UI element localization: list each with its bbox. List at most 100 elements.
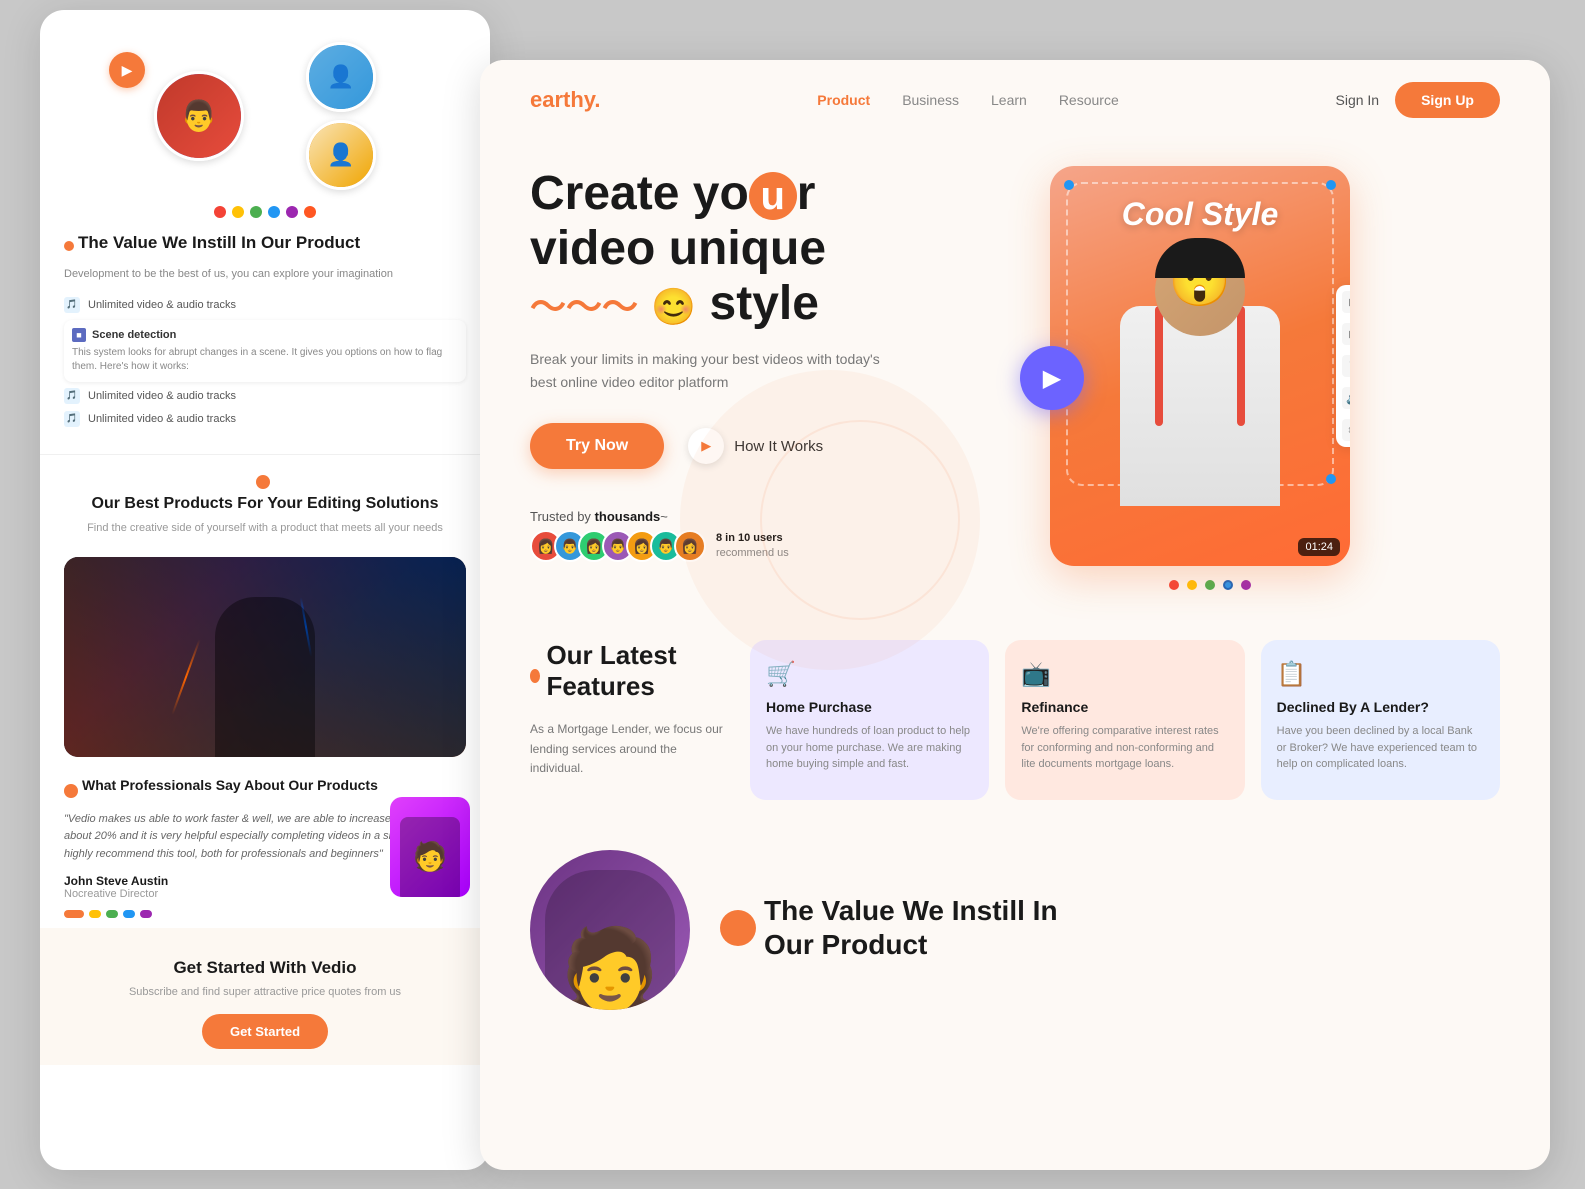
- feature-cards: 🛒 Home Purchase We have hundreds of loan…: [750, 640, 1500, 800]
- hero-title: Create your video unique ～～～ 😊 style: [530, 166, 1010, 332]
- hero-emoji: 😊: [651, 286, 696, 327]
- hero-section: Create your video unique ～～～ 😊 style Bre…: [480, 136, 1550, 620]
- avatar-medium-2: 👤: [306, 120, 376, 190]
- signin-button[interactable]: Sign In: [1336, 92, 1380, 108]
- testimonial-section: What Professionals Say About Our Product…: [40, 757, 490, 928]
- nav-link-resource[interactable]: Resource: [1059, 92, 1119, 108]
- refinance-title: Refinance: [1021, 699, 1228, 715]
- feature-item-1: 🎵 Unlimited video & audio tracks: [64, 297, 466, 313]
- how-play-icon: ▶: [688, 428, 724, 464]
- bottom-section: 🧑 The Value We Instill In Our Product: [480, 830, 1550, 1030]
- bottom-badge-dot: [720, 910, 756, 946]
- best-products-title: Our Best Products For Your Editing Solut…: [64, 494, 466, 515]
- hero-title-style: style: [710, 277, 819, 330]
- trusted-row: Trusted by thousands~ 👩 👨 👩 👨 👩 👨 👩: [530, 509, 1010, 562]
- hero-content-left: Create your video unique ～～～ 😊 style Bre…: [530, 166, 1010, 562]
- scene-detection-box: ■ Scene detection This system looks for …: [64, 320, 466, 382]
- features-badge-dot: [530, 669, 540, 683]
- toolbar-icon-3: T: [1342, 355, 1350, 377]
- features-section: Our Latest Features As a Mortgage Lender…: [480, 620, 1550, 830]
- best-products-subtitle: Find the creative side of yourself with …: [64, 520, 466, 537]
- nav-links: Product Business Learn Resource: [817, 92, 1118, 108]
- hero-highlight-char: u: [749, 172, 797, 220]
- mockup-person: 😲: [1090, 226, 1310, 506]
- logo: earthy.: [530, 87, 601, 113]
- nav-link-product[interactable]: Product: [817, 92, 870, 108]
- hero-description: Break your limits in making your best vi…: [530, 348, 910, 396]
- video-mockup: Cool Style 😲 0: [1050, 166, 1350, 566]
- left-product-title: The Value We Instill In Our Product: [78, 232, 360, 254]
- how-it-works-button[interactable]: ▶ How It Works: [688, 428, 823, 464]
- toolbar-icon-1: ⊞: [1342, 291, 1350, 313]
- refinance-icon: 📺: [1021, 660, 1228, 689]
- get-started-button[interactable]: Get Started: [202, 1014, 328, 1049]
- dot-red[interactable]: [1169, 580, 1179, 590]
- left-best-products: Our Best Products For Your Editing Solut…: [40, 455, 490, 557]
- corner-dot-tl: [1064, 180, 1074, 190]
- hero-play-button[interactable]: ▶: [1020, 346, 1084, 410]
- trusted-text: Trusted by thousands~: [530, 509, 789, 524]
- feature-card-refinance: 📺 Refinance We're offering comparative i…: [1005, 640, 1244, 800]
- features-header: Our Latest Features As a Mortgage Lender…: [530, 640, 730, 778]
- video-block[interactable]: ▶: [64, 557, 466, 757]
- nav-actions: Sign In Sign Up: [1336, 82, 1500, 118]
- hero-buttons: Try Now ▶ How It Works: [530, 423, 1010, 469]
- recommend-text: 8 in 10 usersrecommend us: [716, 531, 789, 562]
- hero-wave: ～～～: [530, 286, 638, 327]
- left-section-feature: 👨 ▶ 👤 👤: [40, 10, 490, 455]
- navbar: earthy. Product Business Learn Resource …: [480, 60, 1550, 136]
- signup-button[interactable]: Sign Up: [1395, 82, 1500, 118]
- features-description: As a Mortgage Lender, we focus our lendi…: [530, 720, 730, 778]
- avatar-stack: 👩 👨 👩 👨 👩 👨 👩: [530, 530, 706, 562]
- nav-link-learn[interactable]: Learn: [991, 92, 1027, 108]
- bottom-product-title: The Value We Instill In Our Product: [764, 894, 1058, 961]
- bottom-title: The Value We Instill In Our Product: [720, 894, 1500, 965]
- bottom-person-image: 🧑: [530, 850, 690, 1010]
- try-now-button[interactable]: Try Now: [530, 423, 664, 469]
- toolbar-icon-5: ✂: [1342, 419, 1350, 441]
- declined-text: Have you been declined by a local Bank o…: [1277, 723, 1484, 773]
- declined-title: Declined By A Lender?: [1277, 699, 1484, 715]
- feature-item-3: 🎵 Unlimited video & audio tracks: [64, 388, 466, 404]
- home-purchase-text: We have hundreds of loan product to help…: [766, 723, 973, 773]
- feature-card-home-purchase: 🛒 Home Purchase We have hundreds of loan…: [750, 640, 989, 800]
- mockup-toolbar: ⊞ ⊡ T 🔊 ✂: [1336, 285, 1350, 447]
- dot-yellow[interactable]: [1187, 580, 1197, 590]
- hero-title-line1: Create yo: [530, 167, 749, 220]
- trusted-section: Trusted by thousands~ 👩 👨 👩 👨 👩 👨 👩: [530, 509, 1010, 562]
- features-title: Our Latest Features: [546, 640, 730, 702]
- get-started-section: Get Started With Vedio Subscribe and fin…: [40, 928, 490, 1066]
- dot-green[interactable]: [1205, 580, 1215, 590]
- dot-purple[interactable]: [1241, 580, 1251, 590]
- home-purchase-title: Home Purchase: [766, 699, 973, 715]
- testimonial-dots: [64, 910, 466, 918]
- mockup-color-dots: [1050, 580, 1370, 590]
- testimonial-badge: [64, 784, 78, 798]
- corner-dot-br: [1326, 474, 1336, 484]
- right-card: earthy. Product Business Learn Resource …: [480, 60, 1550, 1170]
- nav-link-business[interactable]: Business: [902, 92, 959, 108]
- left-product-subtitle: Development to be the best of us, you ca…: [64, 266, 466, 283]
- declined-icon: 📋: [1277, 660, 1484, 689]
- feature-item-4: 🎵 Unlimited video & audio tracks: [64, 411, 466, 427]
- refinance-text: We're offering comparative interest rate…: [1021, 723, 1228, 773]
- toolbar-icon-2: ⊡: [1342, 323, 1350, 345]
- testimonial-title: What Professionals Say About Our Product…: [82, 777, 466, 793]
- hero-title-rest1: r: [797, 167, 816, 220]
- duration-badge: 01:24: [1298, 538, 1340, 556]
- get-started-title: Get Started With Vedio: [64, 958, 466, 978]
- avatar-medium-1: 👤: [306, 42, 376, 112]
- get-started-subtitle: Subscribe and find super attractive pric…: [64, 984, 466, 1001]
- hero-title-line2: video unique: [530, 222, 826, 275]
- home-purchase-icon: 🛒: [766, 660, 973, 689]
- left-card: 👨 ▶ 👤 👤: [40, 10, 490, 1170]
- hero-right: Cool Style 😲 0: [1050, 166, 1370, 590]
- play-button-small[interactable]: ▶: [169, 52, 205, 88]
- badge-dot: [256, 475, 270, 489]
- corner-dot-tr: [1326, 180, 1336, 190]
- toolbar-icon-4: 🔊: [1342, 387, 1350, 409]
- feature-card-declined: 📋 Declined By A Lender? Have you been de…: [1261, 640, 1500, 800]
- trust-avatar-7: 👩: [674, 530, 706, 562]
- testimonial-image: 🧑: [390, 797, 470, 897]
- dot-blue[interactable]: [1223, 580, 1233, 590]
